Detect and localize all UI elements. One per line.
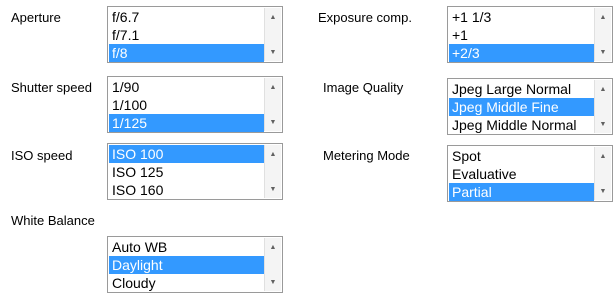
list-option[interactable]: +2/3 xyxy=(449,44,594,62)
scroll-up-arrow-icon[interactable]: ▲ xyxy=(265,240,281,254)
aperture-options: f/6.7 f/7.1 f/8 xyxy=(109,8,264,62)
list-option[interactable]: ISO 100 xyxy=(109,145,264,163)
list-option[interactable]: f/8 xyxy=(109,44,264,62)
aperture-listbox[interactable]: f/6.7 f/7.1 f/8 ▲ ▼ xyxy=(107,6,283,63)
shutter-speed-label: Shutter speed xyxy=(11,80,92,95)
list-option[interactable]: Evaluative xyxy=(449,165,594,183)
shutter-speed-listbox[interactable]: 1/90 1/100 1/125 ▲ ▼ xyxy=(107,76,283,133)
image-quality-options: Jpeg Large Normal Jpeg Middle Fine Jpeg Mi… xyxy=(449,80,594,133)
shutter-speed-options: 1/90 1/100 1/125 xyxy=(109,78,264,132)
metering-mode-scrollbar[interactable]: ▲ ▼ xyxy=(594,147,611,200)
list-option[interactable]: 1/100 xyxy=(109,96,264,114)
scroll-down-arrow-icon[interactable]: ▼ xyxy=(265,115,281,129)
list-option[interactable]: 1/125 xyxy=(109,114,264,132)
white-balance-options: Auto WB Daylight Cloudy xyxy=(109,238,264,291)
list-option[interactable]: Jpeg Large Normal xyxy=(449,80,594,98)
scroll-up-arrow-icon[interactable]: ▲ xyxy=(265,147,281,161)
metering-mode-label: Metering Mode xyxy=(323,148,410,163)
white-balance-label: White Balance xyxy=(11,213,95,228)
scroll-down-arrow-icon[interactable]: ▼ xyxy=(595,117,611,131)
scroll-down-arrow-icon[interactable]: ▼ xyxy=(595,45,611,59)
list-option[interactable]: ISO 160 xyxy=(109,181,264,199)
list-option[interactable]: Partial xyxy=(449,183,594,201)
list-option[interactable]: ISO 125 xyxy=(109,163,264,181)
list-option[interactable]: Daylight xyxy=(109,256,264,274)
iso-speed-scrollbar[interactable]: ▲ ▼ xyxy=(264,145,281,198)
list-option[interactable]: Cloudy xyxy=(109,274,264,292)
white-balance-listbox[interactable]: Auto WB Daylight Cloudy ▲ ▼ xyxy=(107,236,283,293)
iso-speed-label: ISO speed xyxy=(11,148,73,163)
scroll-down-arrow-icon[interactable]: ▼ xyxy=(595,184,611,198)
image-quality-scrollbar[interactable]: ▲ ▼ xyxy=(594,80,611,133)
list-option[interactable]: f/7.1 xyxy=(109,26,264,44)
list-option[interactable]: Jpeg Middle Normal xyxy=(449,116,594,134)
scroll-down-arrow-icon[interactable]: ▼ xyxy=(265,182,281,196)
exposure-comp-listbox[interactable]: +1 1/3 +1 +2/3 ▲ ▼ xyxy=(447,6,613,63)
iso-speed-listbox[interactable]: ISO 100 ISO 125 ISO 160 ▲ ▼ xyxy=(107,143,283,200)
list-option[interactable]: +1 1/3 xyxy=(449,8,594,26)
metering-mode-listbox[interactable]: Spot Evaluative Partial ▲ ▼ xyxy=(447,145,613,202)
list-option[interactable]: Auto WB xyxy=(109,238,264,256)
scroll-up-arrow-icon[interactable]: ▲ xyxy=(595,149,611,163)
scroll-up-arrow-icon[interactable]: ▲ xyxy=(595,82,611,96)
exposure-comp-options: +1 1/3 +1 +2/3 xyxy=(449,8,594,62)
iso-speed-options: ISO 100 ISO 125 ISO 160 xyxy=(109,145,264,198)
list-option[interactable]: Spot xyxy=(449,147,594,165)
scroll-up-arrow-icon[interactable]: ▲ xyxy=(595,10,611,24)
list-option[interactable]: +1 xyxy=(449,26,594,44)
metering-mode-options: Spot Evaluative Partial xyxy=(449,147,594,201)
list-option[interactable]: f/6.7 xyxy=(109,8,264,26)
shutter-speed-scrollbar[interactable]: ▲ ▼ xyxy=(264,78,281,131)
exposure-comp-scrollbar[interactable]: ▲ ▼ xyxy=(594,8,611,61)
scroll-down-arrow-icon[interactable]: ▼ xyxy=(265,45,281,59)
scroll-down-arrow-icon[interactable]: ▼ xyxy=(265,275,281,289)
scroll-up-arrow-icon[interactable]: ▲ xyxy=(265,10,281,24)
exposure-comp-label: Exposure comp. xyxy=(318,10,412,25)
aperture-label: Aperture xyxy=(11,10,61,25)
list-option[interactable]: 1/90 xyxy=(109,78,264,96)
list-option[interactable]: Jpeg Middle Fine xyxy=(449,98,594,116)
image-quality-listbox[interactable]: Jpeg Large Normal Jpeg Middle Fine Jpeg Mi… xyxy=(447,78,613,135)
aperture-scrollbar[interactable]: ▲ ▼ xyxy=(264,8,281,61)
scroll-up-arrow-icon[interactable]: ▲ xyxy=(265,80,281,94)
white-balance-scrollbar[interactable]: ▲ ▼ xyxy=(264,238,281,291)
image-quality-label: Image Quality xyxy=(323,80,404,95)
